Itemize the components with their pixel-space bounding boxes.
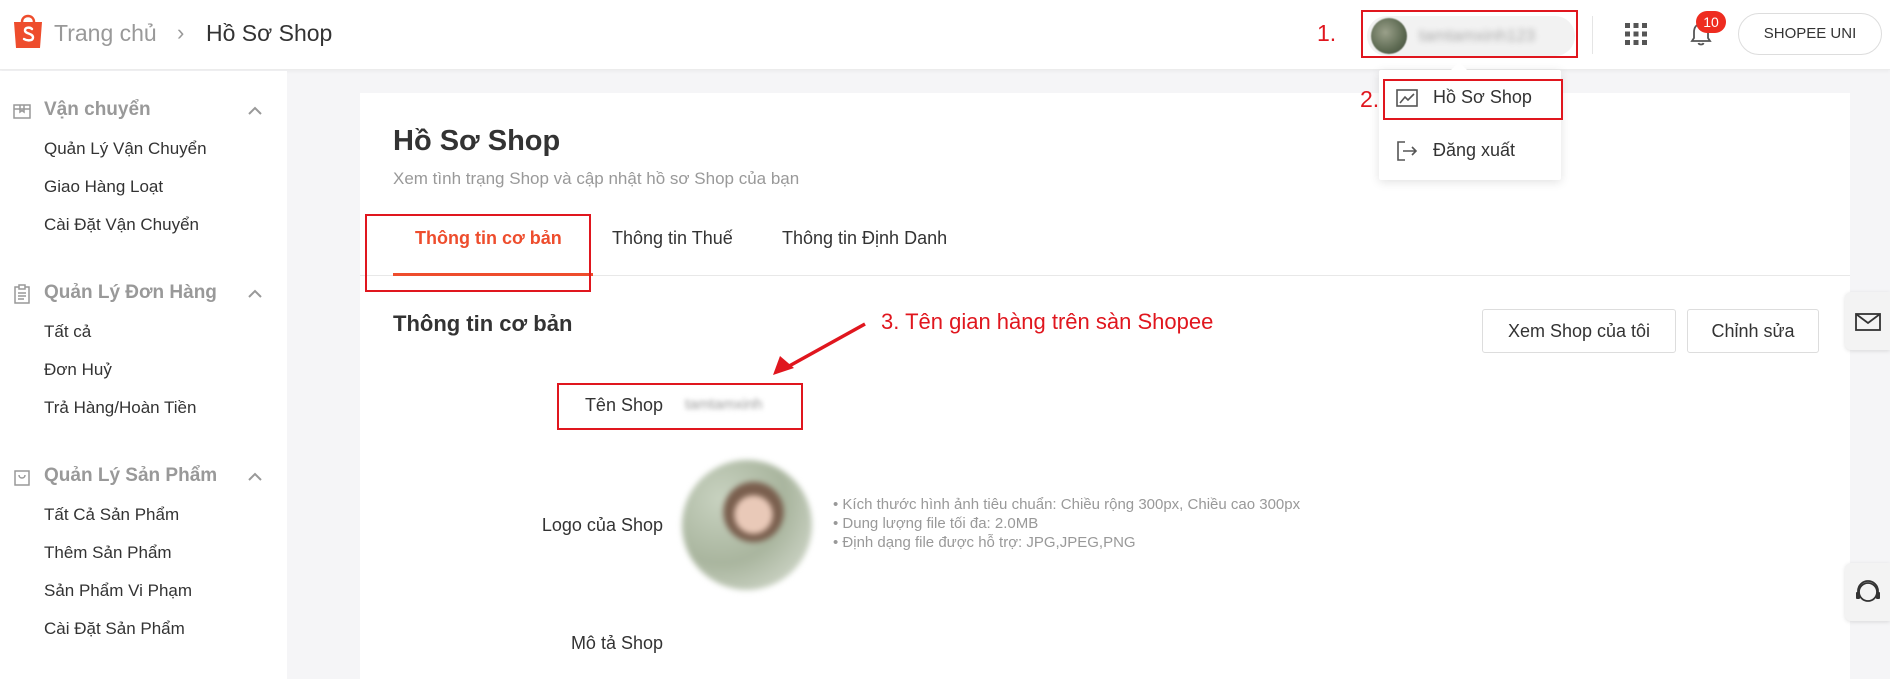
chevron-up-icon[interactable] — [246, 285, 264, 303]
top-header: Trang chủ › Hồ Sơ Shop tamtamxinh123 10 … — [0, 0, 1890, 70]
sidebar-item-product-settings[interactable]: Cài Đặt Sản Phẩm — [44, 619, 185, 639]
shopee-logo-icon[interactable] — [10, 10, 46, 50]
apps-grid-icon[interactable] — [1624, 22, 1648, 46]
sidebar-section-orders[interactable]: Quản Lý Đơn Hàng — [12, 281, 272, 307]
menu-item-logout[interactable]: Đăng xuất — [1395, 136, 1555, 166]
menu-item-label: Đăng xuất — [1433, 140, 1516, 160]
annotation-box-basic-tab — [365, 214, 591, 292]
sidebar-item-add-product[interactable]: Thêm Sản Phẩm — [44, 543, 172, 563]
chevron-up-icon[interactable] — [246, 468, 264, 486]
annotation-box-user-button — [1361, 10, 1578, 58]
breadcrumb-home[interactable]: Trang chủ — [54, 20, 157, 47]
sidebar-item-all-products[interactable]: Tất Cả Sản Phẩm — [44, 505, 179, 525]
sidebar-item-returns[interactable]: Trả Hàng/Hoàn Tiền — [44, 398, 196, 418]
clipboard-icon — [14, 284, 30, 304]
shipping-box-icon — [13, 104, 31, 119]
bag-icon — [14, 470, 30, 486]
annotation-box-shop-profile — [1383, 79, 1563, 120]
shop-logo-image[interactable] — [682, 460, 812, 590]
shop-description-label: Mô tả Shop — [570, 633, 663, 653]
mail-icon — [1855, 313, 1881, 331]
logo-hint-format: • Định dạng file được hỗ trợ: JPG,JPEG,P… — [833, 534, 1136, 551]
logout-icon — [1397, 141, 1418, 161]
sidebar-item-cancelled[interactable]: Đơn Huỷ — [44, 360, 112, 380]
sidebar-section-shipping[interactable]: Vận chuyển — [12, 98, 272, 124]
tab-identity-info[interactable]: Thông tin Định Danh — [782, 228, 947, 249]
sidebar-section-title: Quản Lý Sản Phẩm — [44, 465, 218, 486]
tab-tax-info[interactable]: Thông tin Thuế — [612, 228, 733, 249]
annotation-step-1: 1. — [1317, 20, 1337, 46]
breadcrumb-separator: › — [177, 20, 185, 45]
sidebar-section-title: Vận chuyển — [44, 99, 151, 120]
sidebar-item-violating-products[interactable]: Sản Phẩm Vi Phạm — [44, 581, 192, 601]
support-float-button[interactable] — [1845, 563, 1890, 621]
page-title: Hồ Sơ Shop — [393, 125, 561, 157]
edit-button[interactable]: Chỉnh sửa — [1687, 309, 1819, 353]
annotation-step-3: 3. Tên gian hàng trên sàn Shopee — [881, 309, 1214, 334]
annotation-step-2: 2. — [1360, 86, 1380, 112]
sidebar-item-bulk-shipping[interactable]: Giao Hàng Loạt — [44, 177, 163, 197]
chat-float-button[interactable] — [1845, 292, 1890, 350]
sidebar-item-all-orders[interactable]: Tất cả — [44, 322, 91, 342]
header-divider — [1592, 16, 1593, 54]
chevron-up-icon[interactable] — [246, 102, 264, 120]
view-shop-button[interactable]: Xem Shop của tôi — [1482, 309, 1676, 353]
shopee-uni-button[interactable]: SHOPEE UNI — [1738, 13, 1882, 55]
sidebar: Vận chuyển Quản Lý Vận Chuyển Giao Hàng … — [0, 71, 287, 679]
notification-badge: 10 — [1696, 11, 1726, 33]
sidebar-section-products[interactable]: Quản Lý Sản Phẩm — [12, 464, 272, 490]
sidebar-item-shipping-management[interactable]: Quản Lý Vận Chuyển — [44, 139, 207, 159]
logo-hint-size: • Kích thước hình ảnh tiêu chuẩn: Chiều … — [833, 496, 1301, 513]
logo-hint-filesize: • Dung lượng file tối đa: 2.0MB — [833, 515, 1039, 532]
headset-icon — [1856, 580, 1880, 602]
section-title: Thông tin cơ bản — [393, 311, 573, 336]
sidebar-item-shipping-settings[interactable]: Cài Đặt Vận Chuyển — [44, 215, 199, 235]
shop-logo-label: Logo của Shop — [541, 515, 663, 535]
annotation-arrow-icon — [773, 322, 866, 375]
page-subtitle: Xem tình trạng Shop và cập nhật hồ sơ Sh… — [393, 169, 800, 188]
sidebar-section-title: Quản Lý Đơn Hàng — [44, 282, 217, 303]
annotation-box-shop-name — [557, 383, 803, 430]
breadcrumb-current: Hồ Sơ Shop — [206, 20, 333, 46]
